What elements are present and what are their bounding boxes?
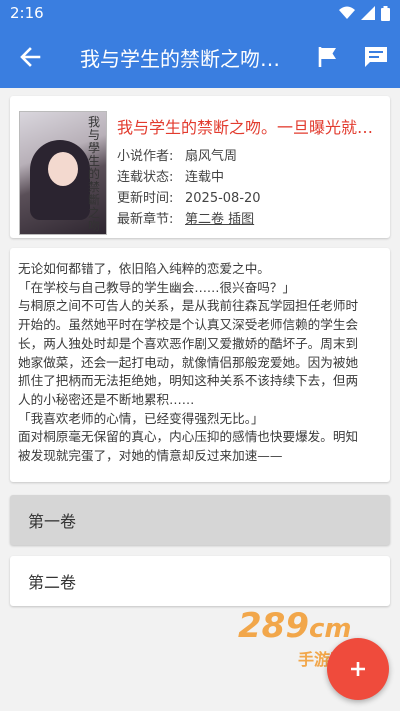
- author-value: 扇风气周: [185, 149, 238, 164]
- latest-chapter-link[interactable]: 第二卷 插图: [185, 209, 254, 230]
- meta-author: 小说作者: 扇风气周: [117, 146, 382, 167]
- book-info-card: 我与學生的禁斷之吻 我与学生的禁断之吻。一旦曝光就完蛋了 小说作者: 扇风气周 …: [10, 96, 390, 238]
- page-title: 我与学生的禁断之吻。一旦曝光…: [80, 46, 304, 71]
- author-label: 小说作者:: [117, 149, 174, 164]
- comments-button[interactable]: [352, 26, 400, 88]
- watermark-number: 289cm: [238, 606, 352, 646]
- battery-icon: [381, 5, 390, 21]
- status-value: 连载中: [185, 170, 225, 185]
- meta-latest: 最新章节: 第二卷 插图: [117, 209, 382, 230]
- status-label: 连载状态:: [117, 170, 174, 185]
- description-line: 长，两人独处时却是个喜欢恶作剧又爱撒娇的酷坏子。周末到: [18, 335, 359, 351]
- description-card: 无论如何都错了，依旧陷入纯粹的恋爱之中。 「在学校与自己教导的学生幽会……很兴奋…: [10, 248, 390, 482]
- volume-item-1[interactable]: 第一卷: [10, 495, 390, 545]
- volume-label: 第二卷: [28, 573, 77, 592]
- description-line: 无论如何都错了，依旧陷入纯粹的恋爱之中。: [18, 261, 270, 276]
- description-line: 与桐原之间不可告人的关系，是从我前往森瓦学园担任老师时: [18, 298, 359, 314]
- flag-icon: [318, 47, 336, 67]
- add-button[interactable]: [327, 638, 389, 700]
- back-button[interactable]: [0, 26, 60, 88]
- cover-title: 我与學生的禁斷之吻: [88, 115, 101, 233]
- chat-icon: [365, 47, 387, 67]
- book-cover[interactable]: 我与學生的禁斷之吻: [19, 111, 107, 235]
- book-title: 我与学生的禁断之吻。一旦曝光就完蛋了: [117, 118, 382, 137]
- updated-value: 2025-08-20: [185, 191, 261, 206]
- plus-icon: [351, 662, 365, 676]
- book-meta: 我与学生的禁断之吻。一旦曝光就完蛋了 小说作者: 扇风气周 连载状态: 连载中 …: [117, 114, 382, 230]
- description-line: 面对桐原毫无保留的真心，内心压抑的感情也快要爆发。明知: [18, 429, 359, 445]
- description-line: 被发现就完蛋了，对她的情意却反过来加速——: [18, 448, 283, 464]
- status-icons: [339, 5, 390, 21]
- description-line: 人的小秘密还是不断地累积……: [18, 391, 195, 407]
- description-line: 开始的。虽然她平时在学校是个认真又深受老师信赖的学生会: [18, 317, 359, 333]
- description-line: 她家做菜，还会一起打电动，就像情侣那般宠爱她。因为被她: [18, 354, 359, 370]
- cover-figure-face: [48, 152, 78, 186]
- arrow-left-icon: [20, 47, 41, 67]
- wifi-icon: [339, 6, 355, 19]
- description-line: 抓住了把柄而无法拒绝她，明知这种关系不该持续下去，但两: [18, 373, 359, 389]
- status-time: 2:16: [10, 4, 44, 22]
- latest-label: 最新章节:: [117, 212, 174, 227]
- status-bar: 2:16: [0, 0, 400, 26]
- volume-label: 第一卷: [28, 512, 77, 531]
- updated-label: 更新时间:: [117, 191, 174, 206]
- description-line: 「我喜欢老师的心情，已经变得强烈无比。」: [18, 410, 264, 426]
- app-bar: 我与学生的禁断之吻。一旦曝光…: [0, 26, 400, 88]
- volume-item-2[interactable]: 第二卷: [10, 556, 390, 606]
- signal-icon: [361, 6, 375, 20]
- report-button[interactable]: [304, 26, 352, 88]
- description-line: 「在学校与自己教导的学生幽会……很兴奋吗？」: [18, 279, 296, 295]
- meta-updated: 更新时间: 2025-08-20: [117, 188, 382, 209]
- meta-status: 连载状态: 连载中: [117, 167, 382, 188]
